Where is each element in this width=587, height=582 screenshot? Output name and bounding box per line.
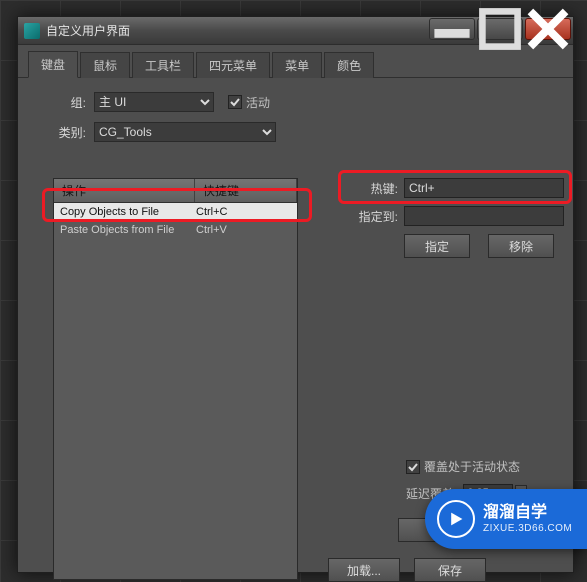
bubble-subtitle: ZIXUE.3D66.COM	[483, 523, 572, 535]
col-action-header[interactable]: 操作	[54, 179, 195, 202]
tab-toolbar[interactable]: 工具栏	[132, 52, 194, 78]
tab-mouse[interactable]: 鼠标	[80, 52, 130, 78]
override-checkbox[interactable]	[406, 460, 420, 474]
override-row: 覆盖处于活动状态	[406, 458, 520, 475]
active-checkbox[interactable]	[228, 95, 242, 109]
list-row[interactable]: Paste Objects from File Ctrl+V	[54, 221, 297, 239]
app-icon	[24, 23, 40, 39]
check-icon	[408, 462, 418, 472]
action-list[interactable]: 操作 快捷键 Copy Objects to File Ctrl+C Paste…	[53, 178, 298, 580]
hotkey-input[interactable]: Ctrl+	[404, 178, 564, 198]
tab-menu[interactable]: 菜单	[272, 52, 322, 78]
assign-button[interactable]: 指定	[404, 234, 470, 258]
hotkey-label: 热键:	[344, 180, 398, 197]
remove-button[interactable]: 移除	[488, 234, 554, 258]
category-select[interactable]: CG_Tools	[94, 122, 276, 142]
col-key-header[interactable]: 快捷键	[195, 179, 297, 202]
assign-remove-row: 指定 移除	[404, 234, 564, 258]
tab-keyboard[interactable]: 键盘	[28, 51, 78, 78]
save-button[interactable]: 保存	[414, 558, 486, 582]
bubble-text: 溜溜自学 ZIXUE.3D66.COM	[483, 503, 572, 534]
cell-key: Ctrl+C	[190, 206, 297, 218]
minimize-icon	[430, 7, 474, 51]
cell-action: Copy Objects to File	[54, 206, 190, 218]
hotkey-block: 热键: Ctrl+ 指定到: 指定 移除	[344, 178, 564, 258]
assignto-label: 指定到:	[344, 208, 398, 225]
group-row: 组: 主 UI 活动	[36, 92, 555, 112]
check-icon	[230, 97, 240, 107]
titlebar: 自定义用户界面	[18, 17, 573, 45]
play-icon	[437, 500, 475, 538]
override-label: 覆盖处于活动状态	[424, 458, 520, 475]
maximize-button[interactable]	[477, 18, 523, 40]
list-header: 操作 快捷键	[54, 179, 297, 203]
tab-color[interactable]: 颜色	[324, 52, 374, 78]
category-row: 类别: CG_Tools	[36, 122, 555, 142]
tab-strip: 键盘 鼠标 工具栏 四元菜单 菜单 颜色	[18, 51, 573, 78]
category-label: 类别:	[36, 124, 86, 141]
close-icon	[526, 7, 570, 51]
close-button[interactable]	[525, 18, 571, 40]
maximize-icon	[478, 7, 522, 51]
watermark-bubble[interactable]: 溜溜自学 ZIXUE.3D66.COM	[425, 489, 587, 549]
footer-buttons: 加载... 保存	[328, 558, 486, 582]
hotkey-row: 热键: Ctrl+	[344, 178, 564, 198]
minimize-button[interactable]	[429, 18, 475, 40]
window-buttons	[429, 17, 573, 44]
bubble-title: 溜溜自学	[483, 503, 572, 522]
load-button[interactable]: 加载...	[328, 558, 400, 582]
assignto-input[interactable]	[404, 206, 564, 226]
group-label: 组:	[36, 94, 86, 111]
window-title: 自定义用户界面	[46, 22, 429, 39]
list-row[interactable]: Copy Objects to File Ctrl+C	[54, 203, 297, 221]
cell-key: Ctrl+V	[190, 224, 297, 236]
tab-quad[interactable]: 四元菜单	[196, 52, 270, 78]
list-body: Copy Objects to File Ctrl+C Paste Object…	[54, 203, 297, 239]
cell-action: Paste Objects from File	[54, 224, 190, 236]
assignto-row: 指定到:	[344, 206, 564, 226]
active-label: 活动	[246, 94, 270, 111]
group-select[interactable]: 主 UI	[94, 92, 214, 112]
